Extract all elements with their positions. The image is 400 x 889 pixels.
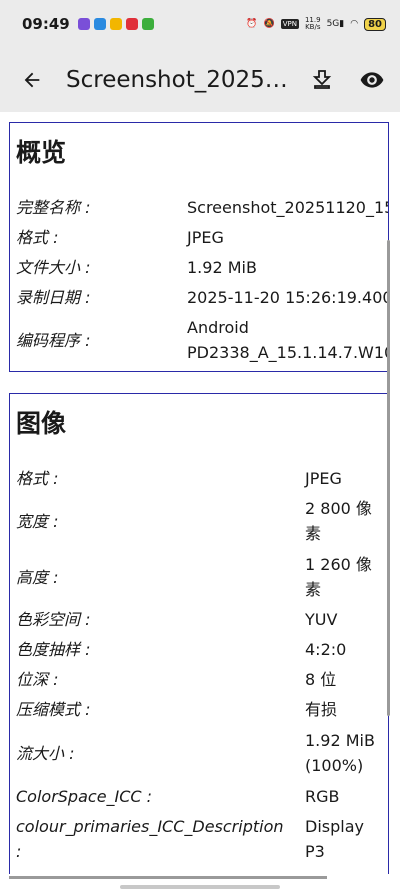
row-value: YUV bbox=[305, 610, 338, 629]
app-notification-icon bbox=[109, 18, 122, 30]
info-row: 录制日期 : 2025-11-20 15:26:19.400+0 bbox=[16, 285, 388, 310]
gesture-handle[interactable] bbox=[120, 885, 280, 889]
overview-section: 概览 完整名称 : Screenshot_20251120_152 格式 : J… bbox=[9, 122, 389, 372]
bottom-bar bbox=[0, 874, 400, 889]
image-section: 图像 格式 : JPEG 宽度 : 2 800 像 素 高度 : 1 260 像… bbox=[9, 393, 389, 889]
row-label: 完整名称 : bbox=[16, 198, 91, 217]
alarm-icon: ⏰ bbox=[246, 19, 258, 29]
row-value: Display bbox=[305, 817, 364, 836]
row-label: 录制日期 : bbox=[16, 288, 91, 307]
row-value: 素 bbox=[305, 580, 322, 599]
row-label: 格式 : bbox=[16, 228, 59, 247]
arrow-left-icon bbox=[24, 72, 40, 88]
wifi-icon: ◠ bbox=[350, 19, 359, 29]
row-value: 1.92 MiB bbox=[305, 731, 375, 750]
row-label: 编码程序 : bbox=[16, 331, 91, 350]
vpn-icon: VPN bbox=[280, 19, 299, 29]
section-title: 图像 bbox=[16, 409, 67, 438]
status-bar: 09:49 ⏰ 🔕 VPN 11.9 KB/s 5G▮ ◠ 80 bbox=[0, 0, 400, 48]
row-label: 流大小 : bbox=[16, 744, 75, 763]
row-value: 8 位 bbox=[305, 670, 337, 689]
row-label: 格式 : bbox=[16, 469, 59, 488]
notification-icons bbox=[77, 18, 154, 30]
back-button[interactable] bbox=[18, 66, 46, 94]
vertical-scrollbar[interactable] bbox=[387, 240, 390, 716]
page-title: Screenshot_2025… bbox=[66, 67, 288, 93]
info-row: 色彩空间 : YUV bbox=[16, 607, 388, 632]
app-notification-icon bbox=[93, 18, 106, 30]
row-label: 色彩空间 : bbox=[16, 610, 91, 629]
status-time: 09:49 bbox=[22, 15, 70, 33]
view-button[interactable] bbox=[358, 66, 386, 94]
row-value: Screenshot_20251120_152 bbox=[187, 198, 389, 217]
app-notification-icon bbox=[141, 18, 154, 30]
section-title: 概览 bbox=[16, 138, 67, 167]
row-value: 2025-11-20 15:26:19.400+0 bbox=[187, 288, 388, 307]
download-icon bbox=[312, 70, 332, 89]
info-row: 文件大小 : 1.92 MiB bbox=[16, 255, 388, 280]
app-notification-icon bbox=[125, 18, 138, 30]
row-value: JPEG bbox=[187, 228, 224, 247]
info-row: 编码程序 : Android PD2338_A_15.1.14.7.W10.V bbox=[16, 315, 388, 365]
info-row: 完整名称 : Screenshot_20251120_152 bbox=[16, 195, 388, 220]
battery-icon: 80 bbox=[364, 17, 386, 31]
info-row: ColorSpace_ICC : RGB bbox=[16, 784, 388, 809]
app-toolbar: Screenshot_2025… bbox=[0, 48, 400, 112]
row-label: 高度 : bbox=[16, 568, 59, 587]
row-value: 2 800 像 bbox=[305, 499, 372, 518]
row-value: Android bbox=[187, 318, 249, 337]
info-row: 宽度 : 2 800 像 素 bbox=[16, 496, 388, 546]
row-label: ColorSpace_ICC : bbox=[16, 787, 153, 806]
download-button[interactable] bbox=[308, 66, 336, 94]
info-row: 色度抽样 : 4:2:0 bbox=[16, 637, 388, 662]
info-row: 高度 : 1 260 像 素 bbox=[16, 552, 388, 602]
network-speed: 11.9 KB/s bbox=[304, 16, 321, 31]
app-notification-icon bbox=[77, 18, 90, 30]
row-label: 压缩模式 : bbox=[16, 700, 91, 719]
row-label: colour_primaries_ICC_Description bbox=[16, 817, 284, 836]
row-value: JPEG bbox=[305, 469, 342, 488]
row-value: 1.92 MiB bbox=[187, 258, 257, 277]
row-label: 文件大小 : bbox=[16, 258, 91, 277]
row-value: (100%) bbox=[305, 756, 364, 775]
info-row: 格式 : JPEG bbox=[16, 225, 388, 250]
mute-icon: 🔕 bbox=[263, 19, 275, 29]
metadata-content[interactable]: 概览 完整名称 : Screenshot_20251120_152 格式 : J… bbox=[0, 112, 400, 889]
row-value: 4:2:0 bbox=[305, 640, 347, 659]
row-value: 1 260 像 bbox=[305, 555, 372, 574]
row-value: P3 bbox=[305, 842, 325, 861]
info-row: 流大小 : 1.92 MiB (100%) bbox=[16, 728, 388, 778]
row-label: 宽度 : bbox=[16, 512, 59, 531]
row-value: 有损 bbox=[305, 700, 338, 719]
info-row: 位深 : 8 位 bbox=[16, 667, 388, 692]
info-row: 压缩模式 : 有损 bbox=[16, 697, 388, 722]
info-row: 格式 : JPEG bbox=[16, 466, 388, 491]
status-indicators: ⏰ 🔕 VPN 11.9 KB/s 5G▮ ◠ 80 bbox=[246, 17, 386, 31]
row-label: : bbox=[16, 842, 22, 861]
row-label: 位深 : bbox=[16, 670, 59, 689]
horizontal-scrollbar[interactable] bbox=[9, 876, 327, 879]
row-label: 色度抽样 : bbox=[16, 640, 91, 659]
row-value: PD2338_A_15.1.14.7.W10.V bbox=[187, 343, 389, 362]
signal-icon: 5G▮ bbox=[326, 19, 345, 29]
row-value: 素 bbox=[305, 524, 322, 543]
eye-icon bbox=[360, 72, 384, 88]
info-row: colour_primaries_ICC_Description : Displ… bbox=[16, 814, 388, 864]
row-value: RGB bbox=[305, 787, 340, 806]
